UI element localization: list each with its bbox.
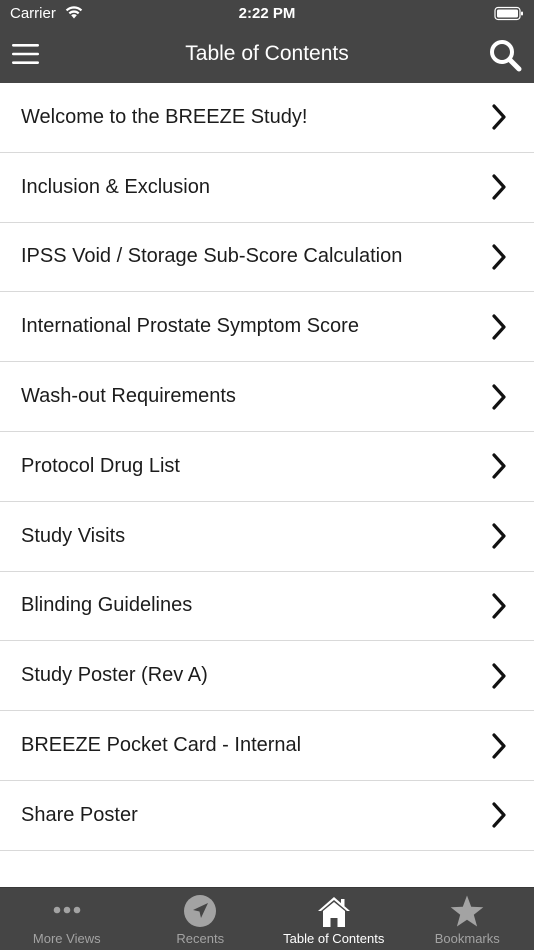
toc-item-label: Study Visits <box>21 524 126 547</box>
toc-item-study-poster[interactable]: Study Poster (Rev A) <box>0 641 534 712</box>
navigation-bar: Table of Contents <box>0 28 534 83</box>
chevron-right-icon <box>492 802 506 828</box>
more-dots-icon <box>53 906 81 914</box>
toc-item-label: IPSS Void / Storage Sub-Score Calculatio… <box>21 245 403 268</box>
star-icon <box>450 895 484 927</box>
tab-bookmarks[interactable]: Bookmarks <box>401 888 534 950</box>
tab-label: Table of Contents <box>283 931 385 946</box>
compass-arrow-icon <box>184 895 217 927</box>
tab-more-views[interactable]: More Views <box>0 888 134 950</box>
chevron-right-icon <box>492 453 506 479</box>
chevron-right-icon <box>492 244 506 270</box>
home-icon <box>317 897 350 927</box>
toc-item-label: International Prostate Symptom Score <box>21 315 359 338</box>
toc-item-inclusion-exclusion[interactable]: Inclusion & Exclusion <box>0 153 534 223</box>
toc-item-label: Protocol Drug List <box>21 454 180 477</box>
chevron-right-icon <box>492 174 506 200</box>
battery-icon <box>494 6 523 21</box>
toc-item-label: Study Poster (Rev A) <box>21 664 208 687</box>
toc-item-pocket-card[interactable]: BREEZE Pocket Card - Internal <box>0 711 534 781</box>
page-title: Table of Contents <box>185 42 349 65</box>
toc-item-protocol-drug-list[interactable]: Protocol Drug List <box>0 432 534 502</box>
tab-label: Bookmarks <box>434 931 500 946</box>
chevron-right-icon <box>492 523 506 549</box>
status-time: 2:22 PM <box>238 5 296 22</box>
toc-item-label: Welcome to the BREEZE Study! <box>21 105 308 128</box>
search-icon[interactable] <box>488 38 522 72</box>
tab-label: Recents <box>176 931 225 946</box>
toc-item-blinding-guidelines[interactable]: Blinding Guidelines <box>0 572 534 642</box>
tab-recents[interactable]: Recents <box>134 888 268 950</box>
table-of-contents-list: Welcome to the BREEZE Study! Inclusion &… <box>0 83 534 887</box>
toc-item-label: Inclusion & Exclusion <box>21 175 210 198</box>
chevron-right-icon <box>492 104 506 130</box>
toc-item-label: Blinding Guidelines <box>21 594 193 617</box>
toc-item-ipss-score[interactable]: International Prostate Symptom Score <box>0 292 534 363</box>
chevron-right-icon <box>492 383 506 410</box>
chevron-right-icon <box>492 732 506 759</box>
toc-item-study-visits[interactable]: Study Visits <box>0 502 534 572</box>
toc-item-wash-out[interactable]: Wash-out Requirements <box>0 362 534 432</box>
toc-item-welcome[interactable]: Welcome to the BREEZE Study! <box>0 83 534 153</box>
tab-label: More Views <box>32 931 101 946</box>
tab-bar: More Views Recents Table of Contents Boo… <box>0 887 534 950</box>
tab-table-of-contents[interactable]: Table of Contents <box>267 888 401 950</box>
toc-item-share-poster[interactable]: Share Poster <box>0 781 534 851</box>
toc-item-label: Wash-out Requirements <box>21 385 236 408</box>
toc-item-label: BREEZE Pocket Card - Internal <box>21 734 302 757</box>
chevron-right-icon <box>492 663 506 689</box>
chevron-right-icon <box>492 314 506 340</box>
toc-item-ipss-sub-score[interactable]: IPSS Void / Storage Sub-Score Calculatio… <box>0 223 534 293</box>
toc-item-label: Share Poster <box>21 803 138 826</box>
status-bar: Carrier 2:22 PM <box>0 0 534 28</box>
chevron-right-icon <box>492 593 506 619</box>
